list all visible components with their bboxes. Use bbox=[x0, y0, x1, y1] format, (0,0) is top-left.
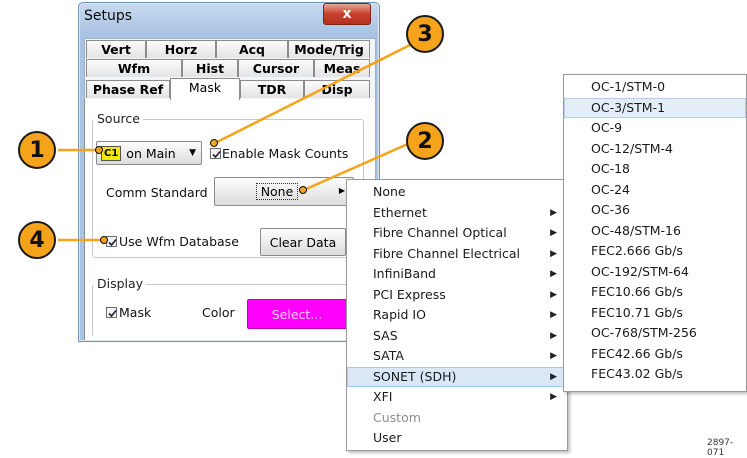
submenu-item[interactable]: FEC2.666 Gb/s bbox=[564, 241, 746, 262]
submenu-item[interactable]: OC-36 bbox=[564, 200, 746, 221]
menu-item-custom: Custom bbox=[373, 409, 421, 425]
menu-item-fibre-channel-optical[interactable]: Fibre Channel Optical ▶ bbox=[347, 223, 567, 243]
comm-standard-menu: None Ethernet ▶ Fibre Channel Optical ▶ Fi… bbox=[346, 179, 568, 451]
submenu-item[interactable]: OC-48/STM-16 bbox=[564, 221, 746, 242]
submenu-item[interactable]: FEC10.66 Gb/s bbox=[564, 282, 746, 303]
callout-3: 3 bbox=[406, 15, 444, 53]
menu-item-none[interactable]: None bbox=[347, 182, 567, 202]
chevron-right-icon: ▶ bbox=[550, 392, 557, 402]
menu-item-ethernet[interactable]: Ethernet ▶ bbox=[347, 203, 567, 223]
chevron-right-icon: ▶ bbox=[550, 228, 557, 238]
chevron-right-icon: ▶ bbox=[550, 248, 557, 259]
chevron-right-icon: ▶ bbox=[550, 330, 557, 341]
menu-item-xfi[interactable]: XFI ▶ bbox=[347, 387, 567, 407]
menu-item-user[interactable]: User bbox=[347, 428, 567, 448]
submenu-item[interactable]: OC-12/STM-4 bbox=[564, 139, 746, 160]
submenu-item[interactable]: OC-9 bbox=[564, 118, 746, 139]
sonet-submenu: OC-1/STM-0 OC-3/STM-1 OC-9 OC-12/STM-4 O… bbox=[563, 74, 747, 392]
submenu-item[interactable]: OC-192/STM-64 bbox=[564, 262, 746, 283]
chevron-right-icon: ▶ bbox=[550, 289, 557, 300]
chevron-right-icon: ▶ bbox=[550, 207, 557, 218]
submenu-item[interactable]: FEC10.71 Gb/s bbox=[564, 303, 746, 324]
menu-item-sata[interactable]: SATA ▶ bbox=[347, 346, 567, 366]
submenu-item[interactable]: FEC42.66 Gb/s bbox=[564, 344, 746, 365]
figure-id: 2897-071 bbox=[707, 438, 734, 458]
menu-item-rapid-io[interactable]: Rapid IO ▶ bbox=[347, 305, 567, 325]
menu-item-sonet-sdh[interactable]: SONET (SDH) ▶ bbox=[347, 366, 567, 387]
submenu-item[interactable]: OC-3/STM-1 bbox=[564, 97, 746, 118]
menu-item-infiniband[interactable]: InfiniBand ▶ bbox=[347, 264, 567, 284]
menu-item-pci-express[interactable]: PCI Express ▶ bbox=[347, 285, 567, 305]
submenu-item[interactable]: OC-1/STM-0 bbox=[564, 77, 746, 98]
menu-item-sas[interactable]: SAS ▶ bbox=[347, 326, 567, 346]
callout-4: 4 bbox=[18, 221, 56, 259]
chevron-right-icon: ▶ bbox=[550, 351, 557, 361]
chevron-right-icon: ▶ bbox=[550, 310, 557, 320]
submenu-item[interactable]: OC-18 bbox=[564, 159, 746, 180]
callout-2: 2 bbox=[406, 122, 444, 160]
chevron-right-icon: ▶ bbox=[550, 269, 557, 279]
submenu-item[interactable]: OC-24 bbox=[564, 180, 746, 201]
menu-item-fibre-channel-electrical[interactable]: Fibre Channel Electrical ▶ bbox=[347, 244, 567, 264]
submenu-item[interactable]: OC-768/STM-256 bbox=[564, 323, 746, 344]
submenu-item[interactable]: FEC43.02 Gb/s bbox=[564, 364, 746, 385]
callout-1: 1 bbox=[18, 131, 56, 169]
chevron-right-icon: ▶ bbox=[550, 371, 557, 382]
